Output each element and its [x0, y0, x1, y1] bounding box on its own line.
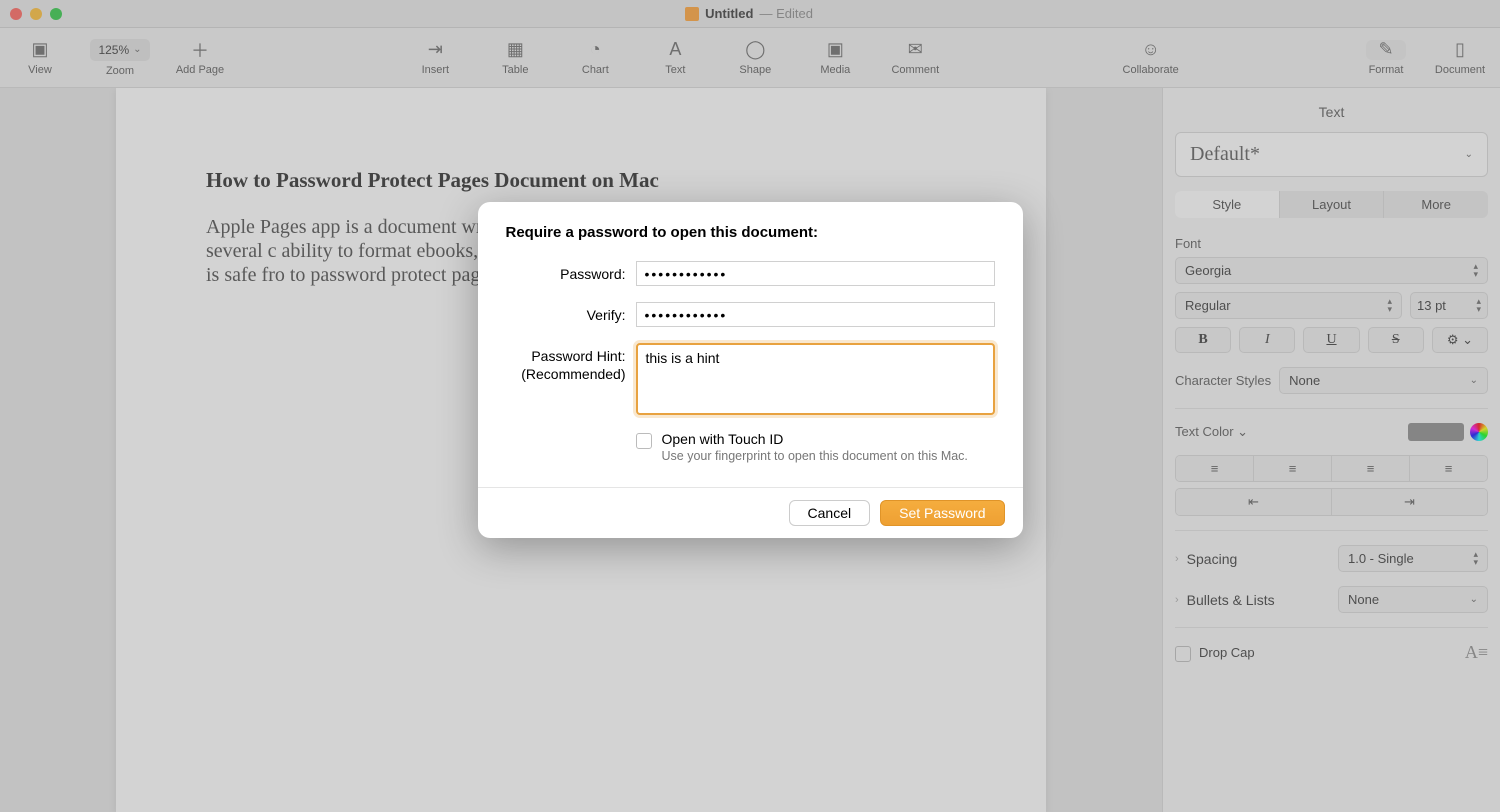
- touchid-checkbox[interactable]: [636, 433, 652, 449]
- dialog-title: Require a password to open this document…: [506, 224, 995, 241]
- touchid-description: Use your fingerprint to open this docume…: [662, 449, 968, 463]
- hint-label: Password Hint: (Recommended): [506, 343, 626, 383]
- password-input[interactable]: [636, 261, 995, 286]
- touchid-label: Open with Touch ID: [662, 431, 968, 447]
- verify-input[interactable]: [636, 302, 995, 327]
- verify-label: Verify:: [506, 302, 626, 324]
- modal-overlay: Require a password to open this document…: [0, 0, 1500, 812]
- cancel-button[interactable]: Cancel: [789, 500, 871, 526]
- password-label: Password:: [506, 261, 626, 283]
- password-dialog: Require a password to open this document…: [478, 202, 1023, 538]
- hint-input[interactable]: this is a hint: [636, 343, 995, 415]
- set-password-button[interactable]: Set Password: [880, 500, 1004, 526]
